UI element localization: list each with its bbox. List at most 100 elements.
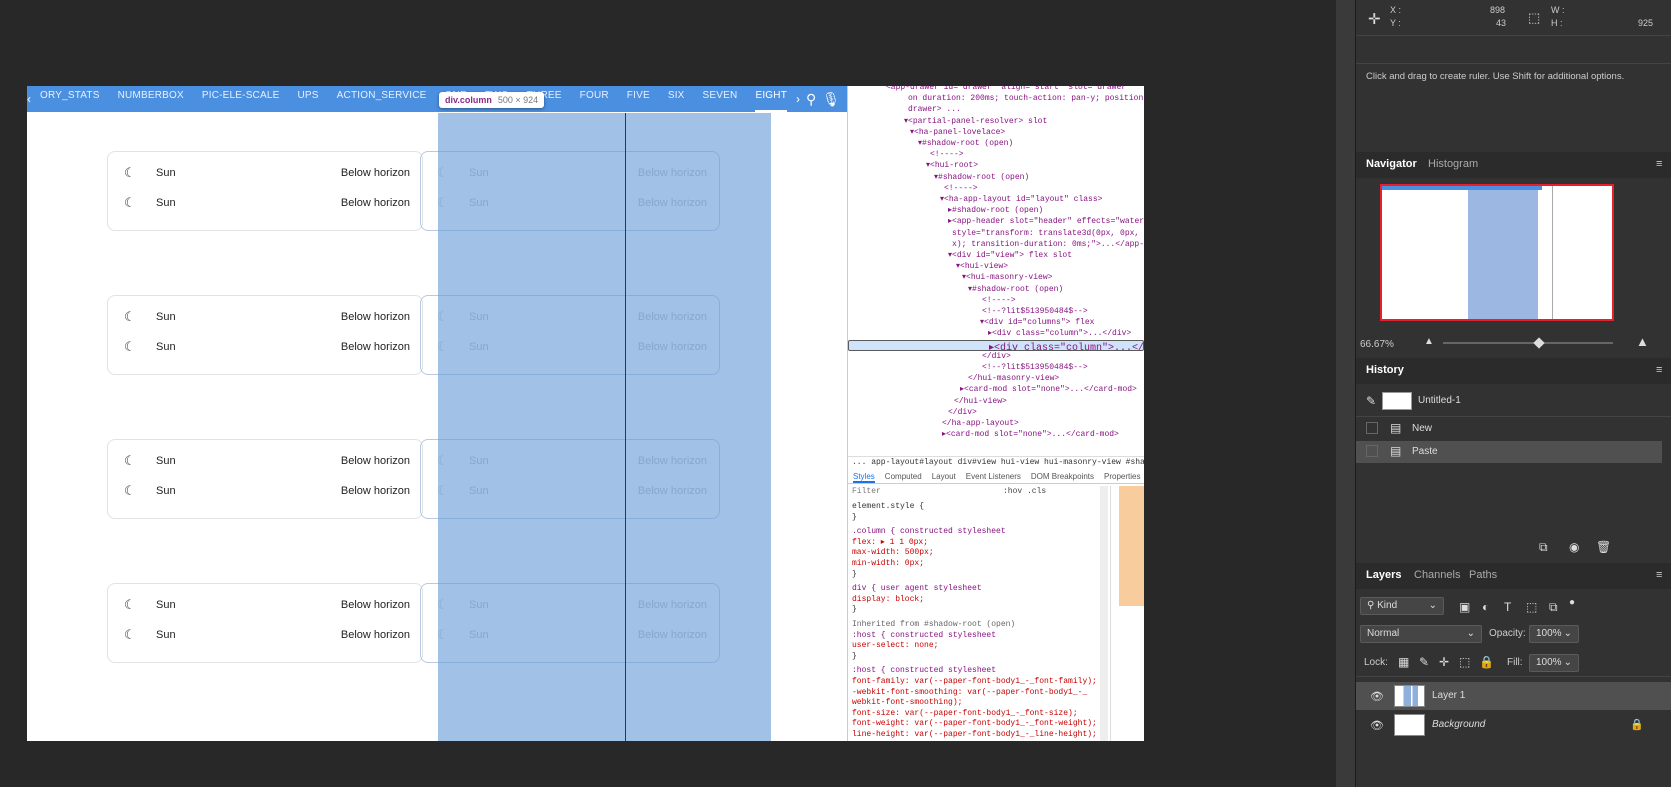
style-rule-line[interactable]: font-family: var(--paper-font-body1_-_fo… xyxy=(852,677,1097,687)
style-rule-line[interactable]: Inherited from #shadow-root (open) xyxy=(852,620,1015,630)
style-rule-line[interactable]: .column { constructed stylesheet xyxy=(852,527,1006,537)
layers-menu-icon[interactable]: ≡ xyxy=(1656,569,1662,581)
style-rule-line[interactable]: user-select: none; xyxy=(852,641,938,651)
tab-ups[interactable]: UPS xyxy=(297,86,318,112)
panel-menu-icon[interactable]: ≡ xyxy=(1656,158,1662,170)
tab-four[interactable]: FOUR xyxy=(580,86,609,112)
style-rule-line[interactable]: display: block; xyxy=(852,595,924,605)
style-rule-line[interactable]: } xyxy=(852,652,857,662)
navigator-preview[interactable] xyxy=(1380,184,1614,321)
tab-five[interactable]: FIVE xyxy=(627,86,650,112)
style-rule-line[interactable]: webkit-font-smoothing); xyxy=(852,698,962,708)
style-rule-line[interactable]: element.style { xyxy=(852,502,924,512)
dom-node-line[interactable]: ▾#shadow-root (open) xyxy=(918,138,1013,149)
dom-node-line[interactable]: ▾<div id="view"> flex slot xyxy=(948,250,1072,261)
dom-node-line[interactable]: </hui-view> xyxy=(954,396,1007,407)
lock-pixels-icon[interactable]: ✎ xyxy=(1419,655,1429,669)
type-filter-icon[interactable]: T xyxy=(1504,600,1511,614)
layer-row-layer-1[interactable]: 👁 Layer 1 xyxy=(1356,682,1671,710)
entity-row[interactable]: ☾ Sun Below horizon xyxy=(108,164,422,184)
trash-icon[interactable]: 🗑 xyxy=(1596,540,1611,554)
dom-node-line[interactable]: ▸<card-mod slot="none">...</card-mod> xyxy=(942,429,1119,440)
tab-channels[interactable]: Channels xyxy=(1414,569,1460,581)
visibility-eye-icon[interactable]: 👁 xyxy=(1370,719,1384,732)
style-rule-line[interactable]: font-weight: var(--paper-font-body1_-_fo… xyxy=(852,719,1097,729)
zoom-in-icon[interactable]: ▲ xyxy=(1636,334,1649,349)
dom-node-line[interactable]: </div> xyxy=(948,407,977,418)
dom-node-line[interactable]: ▾<ha-app-layout id="layout" class> xyxy=(940,194,1102,205)
dom-node-line[interactable]: </hui-masonry-view> xyxy=(968,373,1059,384)
dom-node-line[interactable]: <!--?lit$513950484$--> xyxy=(982,306,1088,317)
style-rule-line[interactable]: font-size: var(--paper-font-body1_-_font… xyxy=(852,709,1078,719)
microphone-icon[interactable]: 🎙 xyxy=(822,91,840,108)
zoom-value[interactable]: 66.67% xyxy=(1360,339,1394,350)
entity-row[interactable]: ☾ Sun Below horizon xyxy=(108,194,422,214)
entity-row[interactable]: ☾ Sun Below horizon xyxy=(108,338,422,358)
history-item-paste[interactable]: ▤ Paste xyxy=(1356,441,1662,463)
style-rule-line[interactable]: min-width: 0px; xyxy=(852,559,924,569)
tab-seven[interactable]: SEVEN xyxy=(703,86,738,112)
dom-node-line[interactable]: ▾<hui-root> xyxy=(926,160,978,171)
entity-row[interactable]: ☾ Sun Below horizon xyxy=(108,308,422,328)
style-rule-line[interactable]: max-width: 500px; xyxy=(852,548,934,558)
entity-row[interactable]: ☾ Sun Below horizon xyxy=(108,626,422,646)
dom-node-line[interactable]: ▾#shadow-root (open) xyxy=(934,172,1029,183)
styles-scrollbar[interactable] xyxy=(1100,486,1108,741)
tab-action-service[interactable]: ACTION_SERVICE xyxy=(337,86,427,112)
style-rule-line[interactable]: } xyxy=(852,605,857,615)
tab-ory-stats[interactable]: ORY_STATS xyxy=(40,86,100,112)
style-rule-line[interactable]: :host { constructed stylesheet xyxy=(852,631,996,641)
lock-artboard-icon[interactable]: ⬚ xyxy=(1459,655,1470,669)
adjustment-filter-icon[interactable]: ◐ xyxy=(1482,600,1489,614)
dom-node-line[interactable]: ▾<div id="columns"> flex xyxy=(980,317,1094,328)
zoom-out-icon[interactable]: ▲ xyxy=(1424,336,1434,347)
style-rule-line[interactable]: flex: ▸ 1 1 0px; xyxy=(852,538,928,548)
dom-node-line[interactable]: ▸<div class="column">...</div> == $ xyxy=(848,339,1144,354)
style-rule-line[interactable]: -webkit-font-smoothing: var(--paper-font… xyxy=(852,688,1087,698)
dom-node-line[interactable]: ▸<div class="column">...</div> xyxy=(988,328,1131,339)
entity-row[interactable]: ☾ Sun Below horizon xyxy=(108,482,422,502)
tab-layers[interactable]: Layers xyxy=(1366,569,1401,581)
dom-node-line[interactable]: ▾<hui-masonry-view> xyxy=(962,272,1052,283)
filter-tools[interactable]: :hov .cls xyxy=(1003,487,1046,496)
entity-row[interactable]: ☾ Sun Below horizon xyxy=(108,452,422,472)
style-rule-line[interactable]: } xyxy=(852,570,857,580)
blend-mode-select[interactable]: Normal ⌄ xyxy=(1360,625,1482,643)
dom-node-line[interactable]: on duration: 200ms; touch-action: pan-y;… xyxy=(908,93,1144,104)
search-icon[interactable]: ⚲ xyxy=(806,91,816,108)
devtools-tab-dom-breakpoints[interactable]: DOM Breakpoints xyxy=(1031,472,1094,481)
dom-node-line[interactable]: style="transform: translate3d(0px, 0px, … xyxy=(952,228,1144,239)
tab-paths[interactable]: Paths xyxy=(1469,569,1497,581)
filter-toggle-icon[interactable]: ● xyxy=(1569,597,1575,608)
dom-node-line[interactable]: </ha-app-layout> xyxy=(942,418,1019,429)
dom-node-line[interactable]: ▾#shadow-root (open) xyxy=(968,284,1063,295)
history-snapshot[interactable]: ✎ Untitled-1 xyxy=(1356,390,1662,412)
dom-node-line[interactable]: ▸<card-mod slot="none">...</card-mod> xyxy=(960,384,1137,395)
dom-node-line[interactable]: x); transition-duration: 0ms;">...</app-… xyxy=(952,239,1144,250)
dom-breadcrumbs[interactable]: ... app-layout#layout div#view hui-view … xyxy=(848,456,1144,468)
tab-history[interactable]: History xyxy=(1366,364,1404,376)
dom-node-line[interactable]: </div> xyxy=(982,351,1011,362)
tab-navigator[interactable]: Navigator xyxy=(1366,158,1417,170)
layer-kind-filter[interactable]: ⚲ Kind ⌄ xyxy=(1360,597,1444,615)
fill-input[interactable]: 100% ⌄ xyxy=(1529,654,1579,672)
dom-node-line[interactable]: <!----> xyxy=(982,295,1016,306)
shape-filter-icon[interactable]: ⬚ xyxy=(1526,600,1537,614)
tab-histogram[interactable]: Histogram xyxy=(1428,158,1478,170)
lock-transparent-icon[interactable]: ▦ xyxy=(1398,655,1409,669)
history-menu-icon[interactable]: ≡ xyxy=(1656,364,1662,376)
smart-object-filter-icon[interactable]: ⧉ xyxy=(1549,600,1558,615)
style-rule-line[interactable]: :host { constructed stylesheet xyxy=(852,666,996,676)
devtools-tab-computed[interactable]: Computed xyxy=(885,472,922,481)
visibility-eye-icon[interactable]: 👁 xyxy=(1370,690,1384,703)
tab-six[interactable]: SIX xyxy=(668,86,685,112)
tab-numberbox[interactable]: NUMBERBOX xyxy=(118,86,184,112)
dom-node-line[interactable]: ▸#shadow-root (open) xyxy=(948,205,1043,216)
dom-node-line[interactable]: <!----> xyxy=(930,149,964,160)
chevron-right-icon[interactable]: › xyxy=(796,92,800,106)
new-document-from-state-icon[interactable]: ⧉ xyxy=(1539,540,1548,555)
dom-node-line[interactable]: <!--?lit$513950484$--> xyxy=(982,362,1088,373)
lock-position-icon[interactable]: ✛ xyxy=(1439,655,1449,669)
devtools-tab-event-listeners[interactable]: Event Listeners xyxy=(966,472,1021,481)
dom-node-line[interactable]: drawer> ... xyxy=(908,104,961,115)
